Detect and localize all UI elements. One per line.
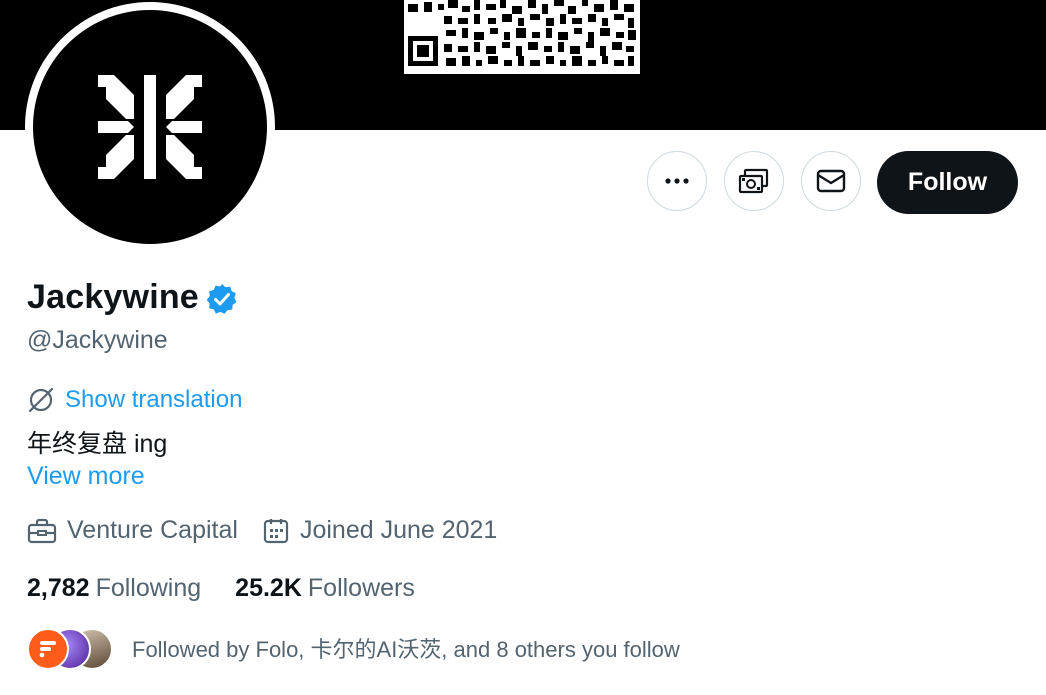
bio-text: 年终复盘 ing xyxy=(27,430,168,458)
mail-icon xyxy=(816,169,846,193)
show-translation-label: Show translation xyxy=(65,386,243,413)
qr-code-image xyxy=(404,0,640,74)
mutual-avatar-folo xyxy=(27,628,69,670)
following-label: Following xyxy=(95,574,202,602)
followers-link[interactable]: 25.2K Followers xyxy=(235,574,415,603)
money-icon xyxy=(738,168,769,194)
mutual-avatars xyxy=(27,628,113,670)
followed-by-text: Followed by Folo, 卡尔的AI沃茨, and 8 others … xyxy=(132,637,680,662)
view-more-link[interactable]: View more xyxy=(27,462,145,491)
joined-item: Joined June 2021 xyxy=(262,516,497,545)
show-translation-link[interactable]: Show translation xyxy=(27,386,242,414)
category-item: Venture Capital xyxy=(27,516,238,545)
subscribe-button[interactable] xyxy=(724,151,784,211)
avatar-image xyxy=(33,10,267,244)
followers-label: Followers xyxy=(307,574,415,602)
following-count: 2,782 xyxy=(27,574,90,602)
verified-badge-icon[interactable] xyxy=(206,283,238,315)
display-name-row: Jackywine xyxy=(27,278,238,317)
message-button[interactable] xyxy=(801,151,861,211)
joined-date: Joined June 2021 xyxy=(299,516,498,544)
briefcase-icon xyxy=(27,518,57,543)
display-name: Jackywine xyxy=(27,278,199,316)
more-button[interactable] xyxy=(647,151,707,211)
followers-count: 25.2K xyxy=(235,574,302,602)
logo-icon xyxy=(98,75,202,179)
folo-logo-icon xyxy=(39,641,56,658)
followers-you-know[interactable]: Followed by Folo, 卡尔的AI沃茨, and 8 others … xyxy=(27,628,680,670)
following-link[interactable]: 2,782 Following xyxy=(27,574,201,603)
follow-button[interactable]: Follow xyxy=(877,151,1018,214)
follow-stats: 2,782 Following 25.2K Followers xyxy=(27,574,449,603)
avatar[interactable] xyxy=(25,2,275,252)
category-label: Venture Capital xyxy=(67,516,238,544)
handle: @Jackywine xyxy=(27,326,168,354)
translate-icon xyxy=(28,387,54,413)
more-icon xyxy=(665,178,689,184)
profile-meta: Venture Capital Joined June 2021 xyxy=(27,516,521,545)
calendar-icon xyxy=(263,518,289,543)
